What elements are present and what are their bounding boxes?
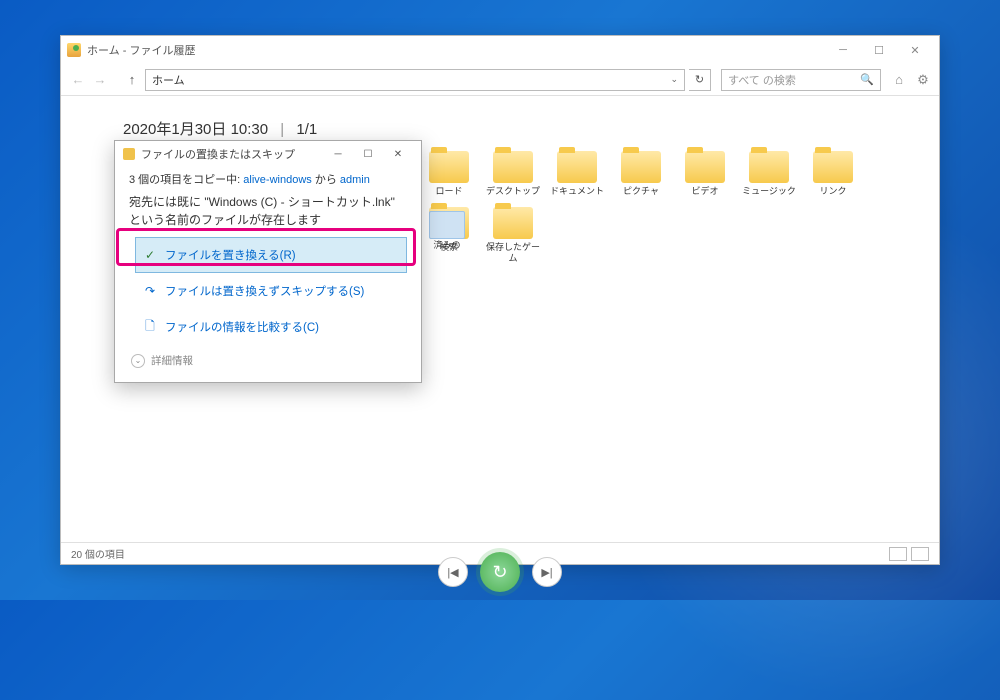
folder-icon — [493, 151, 533, 183]
search-icon: 🔍 — [860, 73, 874, 86]
app-icon — [67, 43, 81, 57]
skip-icon: ↷ — [143, 284, 157, 298]
folder-label: リンク — [819, 186, 846, 197]
dialog-close-button[interactable]: ✕ — [383, 144, 413, 164]
next-button[interactable]: ▶| — [532, 557, 562, 587]
compare-icon: 🗋 — [143, 320, 157, 334]
option-skip[interactable]: ↷ ファイルは置き換えずスキップする(S) — [135, 273, 407, 309]
address-bar[interactable]: ホーム ⌄ — [145, 69, 685, 91]
window-title: ホーム - ファイル履歴 — [87, 42, 195, 58]
minimize-button[interactable]: ─ — [825, 38, 861, 62]
view-large-icon[interactable] — [911, 547, 929, 561]
folder-label: ピクチャ — [623, 186, 659, 197]
folder-icon — [429, 211, 465, 239]
folder-icon — [749, 151, 789, 183]
restore-button[interactable]: ↻ — [480, 552, 520, 592]
toolbar: ← → ↑ ホーム ⌄ ↻ すべて の検索 🔍 ⌂ ⚙ — [61, 64, 939, 96]
copy-dest-link[interactable]: admin — [340, 174, 370, 186]
folder-item[interactable]: ミュージック — [741, 151, 797, 197]
gear-icon[interactable]: ⚙ — [915, 72, 931, 88]
search-input[interactable]: すべて の検索 🔍 — [721, 69, 881, 91]
check-icon: ✓ — [143, 248, 157, 262]
folder-item[interactable]: ピクチャ — [613, 151, 669, 197]
maximize-button[interactable]: ☐ — [861, 38, 897, 62]
address-text: ホーム — [152, 72, 185, 88]
pager: 1/1 — [296, 121, 317, 138]
address-dropdown-icon[interactable]: ⌄ — [670, 74, 678, 85]
close-button[interactable]: ✕ — [897, 38, 933, 62]
folder-gallery-row2: 済みの — [421, 211, 473, 251]
option-replace-label: ファイルを置き換える(R) — [165, 247, 296, 263]
option-replace[interactable]: ✓ ファイルを置き換える(R) — [135, 237, 407, 273]
copy-source-link[interactable]: alive-windows — [243, 174, 311, 186]
player-controls: |◀ ↻ ▶| — [438, 552, 562, 592]
dialog-message: 宛先には既に "Windows (C) - ショートカット.lnk" という名前… — [129, 193, 407, 229]
dialog-icon — [123, 148, 135, 160]
dialog-maximize-button[interactable]: ☐ — [353, 144, 383, 164]
folder-icon — [429, 151, 469, 183]
folder-label: 済みの — [433, 241, 460, 251]
up-button[interactable]: ↑ — [123, 71, 141, 89]
chevron-down-icon: ⌄ — [131, 354, 145, 368]
option-skip-label: ファイルは置き換えずスキップする(S) — [165, 283, 364, 299]
dialog-minimize-button[interactable]: ─ — [323, 144, 353, 164]
folder-label: ドキュメント — [550, 186, 604, 197]
folder-item[interactable]: デスクトップ — [485, 151, 541, 197]
search-placeholder: すべて の検索 — [728, 72, 796, 88]
replace-skip-dialog: ファイルの置換またはスキップ ─ ☐ ✕ 3 個の項目をコピー中: alive-… — [114, 140, 422, 383]
folder-icon — [813, 151, 853, 183]
folder-label: ミュージック — [742, 186, 796, 197]
folder-label: デスクトップ — [486, 186, 540, 197]
folder-icon — [621, 151, 661, 183]
folder-item-partial[interactable]: 済みの — [421, 211, 473, 251]
folder-label: 保存したゲーム — [485, 242, 541, 264]
titlebar: ホーム - ファイル履歴 ─ ☐ ✕ — [61, 36, 939, 64]
forward-button[interactable]: → — [91, 71, 109, 89]
folder-label: ロード — [435, 186, 462, 197]
folder-icon — [493, 207, 533, 239]
back-button[interactable]: ← — [69, 71, 87, 89]
timestamp: 2020年1月30日 10:30 — [123, 121, 268, 138]
folder-item[interactable]: ロード — [421, 151, 477, 197]
dialog-more-label: 詳細情報 — [151, 353, 193, 368]
dialog-more-toggle[interactable]: ⌄ 詳細情報 — [129, 345, 407, 372]
dialog-copy-line: 3 個の項目をコピー中: alive-windows から admin — [129, 171, 407, 187]
option-compare-label: ファイルの情報を比較する(C) — [165, 319, 319, 335]
folder-item[interactable]: リンク — [805, 151, 861, 197]
folder-icon — [685, 151, 725, 183]
home-icon[interactable]: ⌂ — [891, 72, 907, 88]
option-compare[interactable]: 🗋 ファイルの情報を比較する(C) — [135, 309, 407, 345]
folder-gallery: ロード デスクトップ ドキュメント ピクチャ ビデオ ミュージック リンク 検索… — [421, 151, 919, 263]
refresh-button[interactable]: ↻ — [689, 69, 711, 91]
dialog-titlebar: ファイルの置換またはスキップ ─ ☐ ✕ — [115, 141, 421, 167]
timestamp-row: 2020年1月30日 10:30 | 1/1 — [123, 118, 317, 139]
prev-button[interactable]: |◀ — [438, 557, 468, 587]
view-details-icon[interactable] — [889, 547, 907, 561]
folder-icon — [557, 151, 597, 183]
folder-item[interactable]: ドキュメント — [549, 151, 605, 197]
dialog-title: ファイルの置換またはスキップ — [141, 146, 295, 162]
folder-label: ビデオ — [691, 186, 718, 197]
folder-item[interactable]: ビデオ — [677, 151, 733, 197]
status-text: 20 個の項目 — [71, 546, 125, 561]
folder-item[interactable]: 保存したゲーム — [485, 207, 541, 264]
